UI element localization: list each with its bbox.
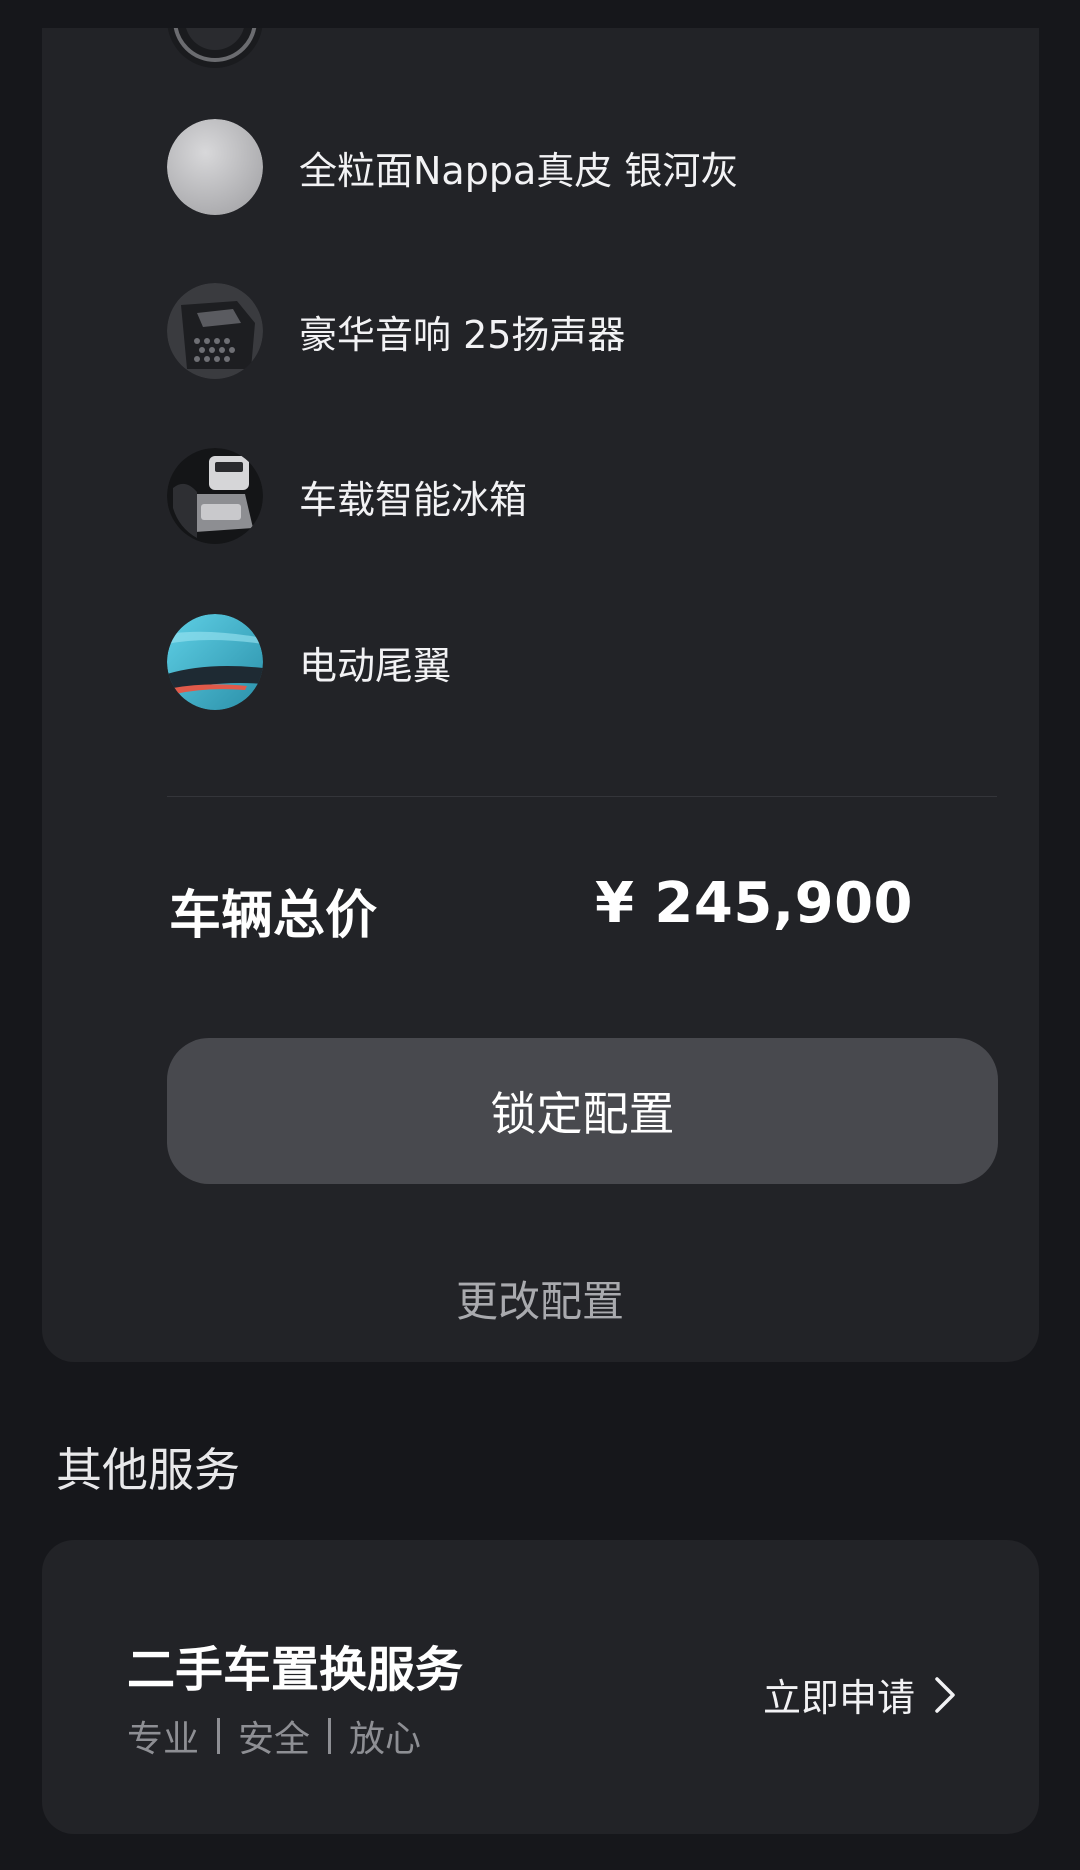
service-tag: 放心 (349, 1719, 422, 1760)
service-tags: 专业 安全 放心 (127, 1710, 421, 1762)
total-price-label: 车辆总价 (169, 886, 378, 946)
separator (217, 1718, 221, 1754)
divider (167, 796, 997, 797)
wheel-thumbnail (167, 28, 263, 68)
separator (328, 1718, 332, 1754)
lock-config-button[interactable]: 锁定配置 (167, 1038, 998, 1184)
config-summary-card: 全粒面Nappa真皮 银河灰 豪华音响 25扬声器 车载智能冰箱 电动尾翼 车辆… (42, 28, 1039, 1362)
leather-swatch-icon (167, 119, 263, 215)
option-label: 车载智能冰箱 (299, 477, 528, 522)
apply-now-label: 立即申请 (762, 1676, 915, 1720)
fridge-icon (167, 448, 263, 544)
speaker-icon (167, 283, 263, 379)
option-label: 电动尾翼 (299, 643, 452, 688)
other-services-title: 其他服务 (56, 1443, 240, 1497)
option-row-leather: 全粒面Nappa真皮 银河灰 (167, 119, 738, 215)
service-tag: 安全 (238, 1719, 311, 1760)
chevron-right-icon (935, 1676, 955, 1713)
service-title: 二手车置换服务 (127, 1642, 464, 1698)
trade-in-service-card[interactable]: 二手车置换服务 专业 安全 放心 立即申请 (42, 1540, 1039, 1834)
option-row-audio: 豪华音响 25扬声器 (167, 283, 625, 379)
change-config-link[interactable]: 更改配置 (0, 1268, 1080, 1329)
option-row-spoiler: 电动尾翼 (167, 614, 451, 710)
option-label: 全粒面Nappa真皮 银河灰 (299, 148, 739, 193)
total-price-value: ¥ 245,900 (594, 871, 913, 936)
option-row-fridge: 车载智能冰箱 (167, 448, 527, 544)
spoiler-icon (167, 614, 263, 710)
option-label: 豪华音响 25扬声器 (299, 312, 626, 357)
service-tag: 专业 (127, 1719, 200, 1760)
apply-now-link[interactable]: 立即申请 (763, 1667, 957, 1722)
